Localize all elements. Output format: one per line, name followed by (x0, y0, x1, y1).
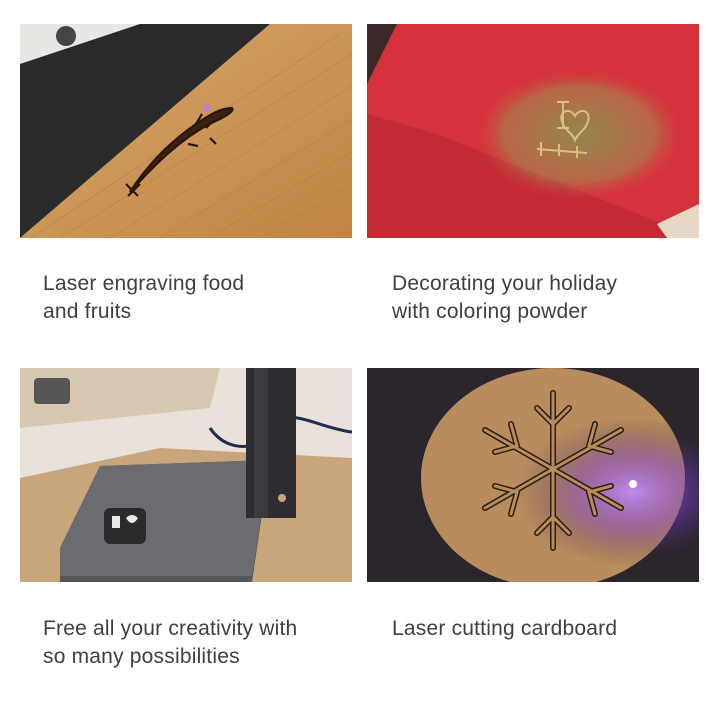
caption-line: Decorating your holiday (392, 272, 618, 295)
wood-fish-illustration (20, 24, 352, 238)
caption-decorating-holiday: Decorating your holiday with coloring po… (392, 270, 712, 326)
photo-cardboard-snowflake (367, 368, 699, 582)
caption-line: so many possibilities (43, 645, 240, 668)
caption-free-creativity: Free all your creativity with so many po… (43, 615, 363, 671)
caption-line: Free all your creativity with (43, 617, 298, 640)
engraver-stand-illustration (20, 368, 352, 582)
caption-laser-cutting-cardboard: Laser cutting cardboard (392, 615, 712, 643)
photo-wood-fish-engraving (20, 24, 352, 238)
caption-line: Laser engraving food (43, 272, 245, 295)
photo-engraver-stand (20, 368, 352, 582)
red-card-illustration (367, 24, 699, 238)
caption-line: and fruits (43, 300, 132, 323)
photo-red-card-powder (367, 24, 699, 238)
caption-laser-engraving-food: Laser engraving food and fruits (43, 270, 363, 326)
cardboard-snowflake-illustration (367, 368, 699, 582)
caption-line: with coloring powder (392, 300, 588, 323)
caption-line: Laser cutting cardboard (392, 617, 618, 640)
